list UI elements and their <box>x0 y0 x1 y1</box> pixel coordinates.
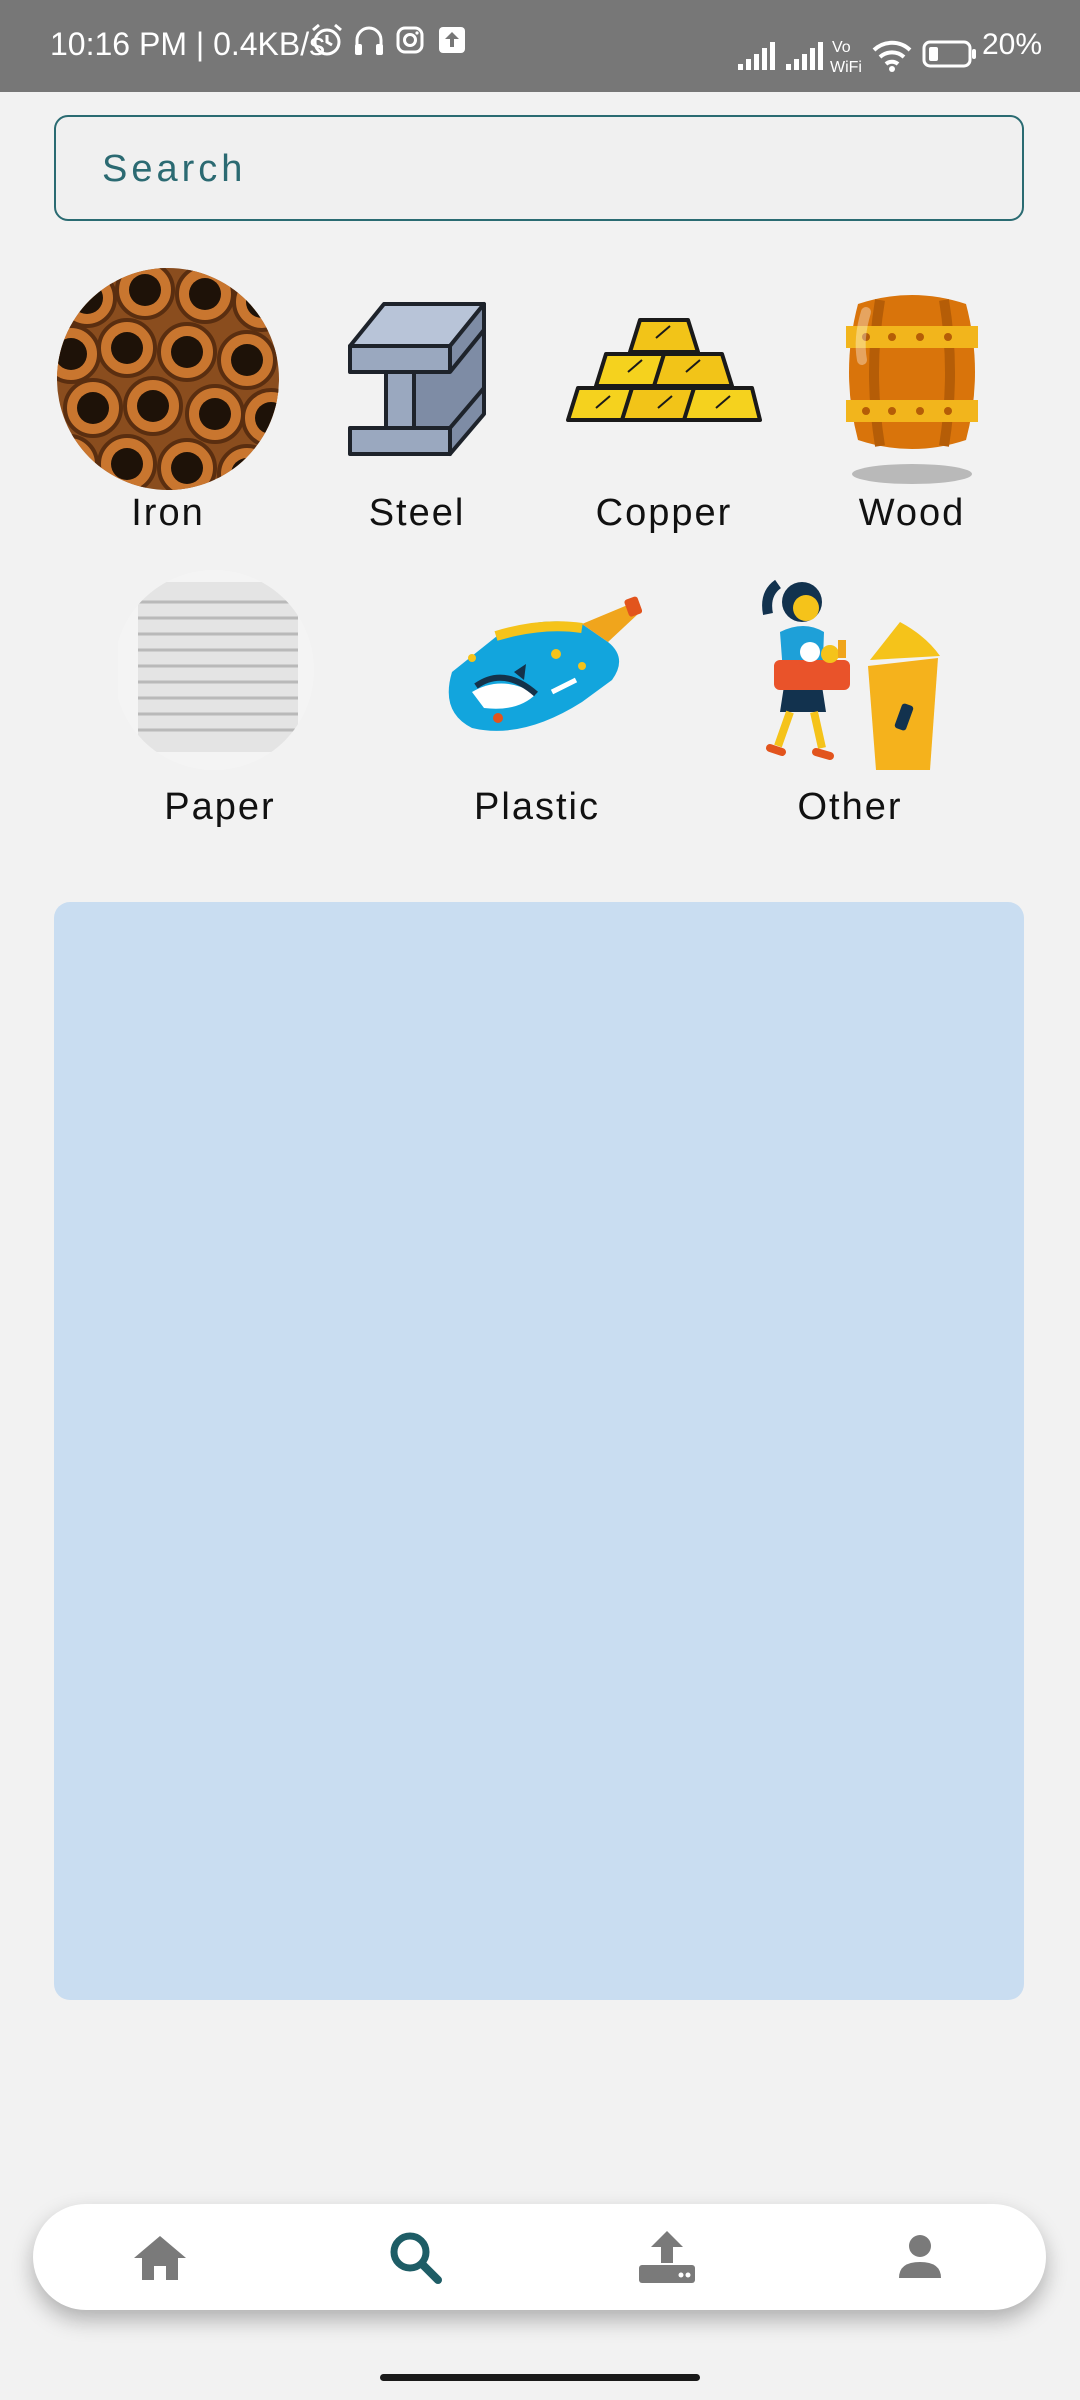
signal-icon <box>786 42 823 70</box>
category-label: Other <box>797 786 903 828</box>
content-panel <box>54 902 1024 2000</box>
category-plastic[interactable]: Plastic <box>432 562 642 832</box>
nav-profile[interactable] <box>860 2204 980 2310</box>
battery-icon <box>922 40 976 68</box>
bottom-navigation <box>33 2204 1046 2310</box>
svg-text:WiFi: WiFi <box>830 59 862 76</box>
signal-icon <box>738 42 775 70</box>
category-steel[interactable]: Steel <box>334 268 500 538</box>
nav-upload[interactable] <box>607 2204 727 2310</box>
gold-bars-image <box>566 318 762 422</box>
nav-search[interactable] <box>355 2204 475 2310</box>
vowifi-icon: Vo WiFi <box>830 39 862 76</box>
home-icon <box>134 2236 186 2280</box>
recycling-woman-image <box>762 579 940 770</box>
category-label: Paper <box>164 786 276 828</box>
plastic-bottle-image <box>448 596 642 731</box>
status-bar: 10:16 PM | 0.4KB/s Vo WiFi 20% <box>0 0 1080 92</box>
headphones-icon <box>355 26 383 55</box>
category-label: Copper <box>595 492 733 534</box>
search-box[interactable] <box>54 115 1024 221</box>
upload-notification-icon <box>439 27 465 53</box>
category-label: Iron <box>131 492 205 534</box>
category-wood[interactable]: Wood <box>836 268 988 538</box>
svg-text:Vo: Vo <box>832 39 851 56</box>
category-iron[interactable]: Iron <box>57 268 279 538</box>
category-other[interactable]: Other <box>750 562 950 832</box>
category-label: Steel <box>368 492 466 534</box>
status-time: 10:16 PM | 0.4KB/s <box>50 26 326 62</box>
rusty-pipes-image <box>57 268 279 490</box>
battery-percentage: 20% <box>982 28 1043 61</box>
upload-icon <box>639 2231 695 2283</box>
profile-icon <box>899 2235 941 2278</box>
category-paper[interactable]: Paper <box>118 562 322 832</box>
search-icon <box>390 2232 442 2284</box>
wooden-barrel-image <box>846 295 978 484</box>
category-label: Plastic <box>474 786 600 828</box>
alarm-icon <box>312 23 342 56</box>
category-copper[interactable]: Copper <box>566 268 762 538</box>
paper-stack-image <box>118 570 314 770</box>
wifi-icon <box>872 40 912 72</box>
category-label: Wood <box>858 492 966 534</box>
nav-home[interactable] <box>100 2204 220 2310</box>
instagram-icon <box>396 26 424 54</box>
home-indicator[interactable] <box>380 2374 700 2381</box>
search-input[interactable] <box>100 117 984 221</box>
steel-beam-image <box>348 302 486 456</box>
